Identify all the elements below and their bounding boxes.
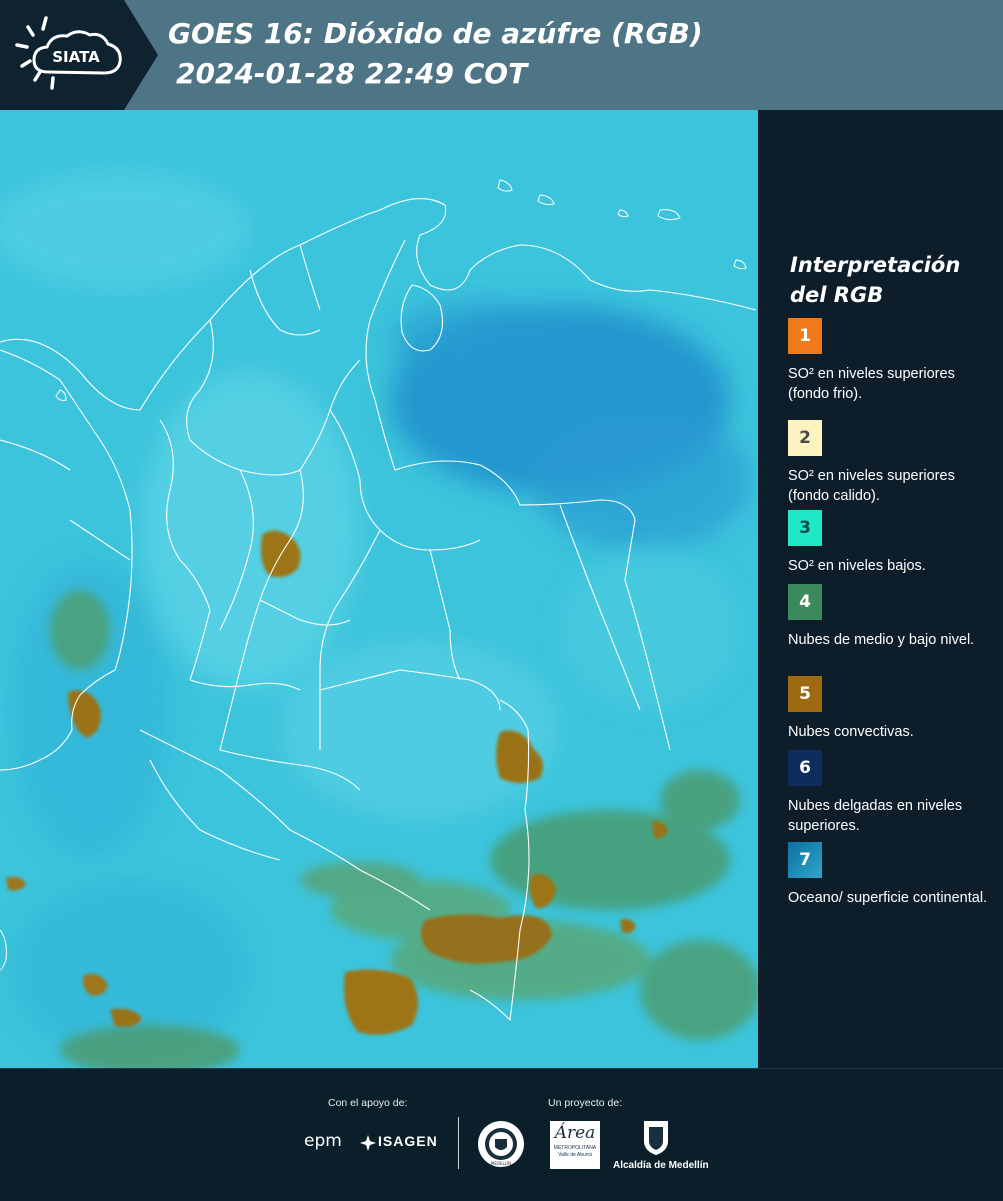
footer-bar: Con el apoyo de: Un proyecto de: epm ISA… xyxy=(0,1068,1003,1201)
sponsor-epm-text: epm xyxy=(304,1131,342,1151)
medellin-seal-icon: MEDELLÍN xyxy=(478,1121,524,1167)
legend-item-5: 5 Nubes convectivas. xyxy=(788,676,988,742)
legend-item-1: 1 SO² en niveles superiores (fondo frio). xyxy=(788,318,988,404)
legend-label: SO² en niveles superiores (fondo frio). xyxy=(788,366,955,402)
legend-swatch: 5 xyxy=(788,676,822,712)
legend-swatch: 3 xyxy=(788,510,822,546)
legend-swatch: 7 xyxy=(788,842,822,878)
legend-swatch: 6 xyxy=(788,750,822,786)
legend-swatch: 2 xyxy=(788,420,822,456)
legend-panel: Interpretación del RGB 1 SO² en niveles s… xyxy=(760,110,1003,1068)
legend-item-4: 4 Nubes de medio y bajo nivel. xyxy=(788,584,988,650)
medellin-seal-text: MEDELLÍN xyxy=(491,1161,511,1166)
header-bar: SIATA GOES 16: Dióxido de azúfre (RGB) 2… xyxy=(0,0,1003,110)
alcaldia-text: Alcaldía de Medellín xyxy=(613,1160,709,1171)
legend-label: Nubes delgadas en niveles superiores. xyxy=(788,798,963,834)
project-caption: Un proyecto de: xyxy=(548,1097,623,1109)
isagen-star-icon xyxy=(360,1135,376,1151)
footer-divider xyxy=(458,1117,459,1169)
legend-item-3: 3 SO² en niveles bajos. xyxy=(788,510,988,576)
legend-swatch: 4 xyxy=(788,584,822,620)
area-logo-title: Área xyxy=(554,1123,596,1143)
area-metropolitana-logo: Área METROPOLITANA Valle de Aburrá xyxy=(550,1121,600,1169)
logo-text: SIATA xyxy=(52,48,100,66)
area-logo-sub1: METROPOLITANA xyxy=(553,1145,597,1151)
support-caption: Con el apoyo de: xyxy=(328,1097,408,1109)
legend-item-6: 6 Nubes delgadas en niveles superiores. xyxy=(788,750,988,836)
legend-label: SO² en niveles superiores (fondo calido)… xyxy=(788,468,955,504)
satellite-image xyxy=(0,110,758,1070)
area-logo-sub2: Valle de Aburrá xyxy=(558,1152,592,1158)
sponsor-isagen-text: ISAGEN xyxy=(378,1133,438,1149)
legend-label: Nubes de medio y bajo nivel. xyxy=(788,632,975,648)
legend-title: Interpretación del RGB xyxy=(790,253,961,307)
title-product: GOES 16: Dióxido de azúfre (RGB) xyxy=(168,17,703,50)
satellite-map xyxy=(0,110,758,1070)
title-timestamp: 2024-01-28 22:49 COT xyxy=(176,57,528,90)
legend-item-2: 2 SO² en niveles superiores (fondo calido… xyxy=(788,420,988,506)
legend-item-7: 7 Oceano/ superficie continental. xyxy=(788,842,988,908)
legend-swatch: 1 xyxy=(788,318,822,354)
sponsor-epm-logo: epm xyxy=(304,1131,342,1151)
page-title: GOES 16: Dióxido de azúfre (RGB) 2024-01… xyxy=(168,14,703,94)
siata-logo-band: SIATA xyxy=(0,0,158,110)
alcaldia-shield-icon xyxy=(644,1121,668,1155)
legend-label: SO² en niveles bajos. xyxy=(788,558,926,574)
legend-label: Oceano/ superficie continental. xyxy=(788,890,988,906)
legend-label: Nubes convectivas. xyxy=(788,724,914,740)
